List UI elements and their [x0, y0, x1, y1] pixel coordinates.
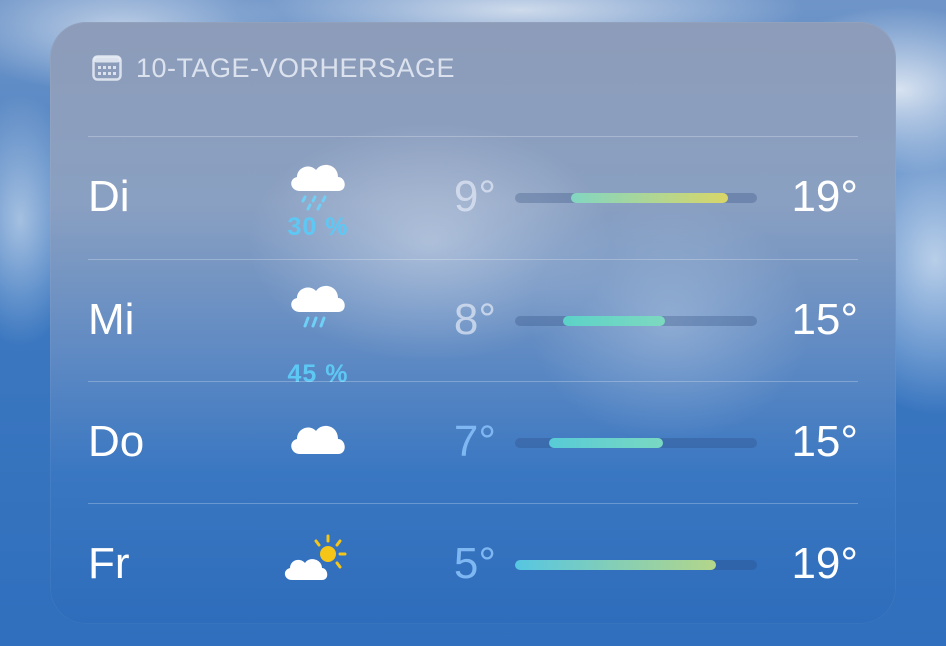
high-temp: 15°	[791, 417, 858, 466]
forecast-row-fr[interactable]: Fr 5° 19°	[50, 504, 896, 624]
temp-range-fill	[570, 193, 728, 203]
cloud-rain-icon	[278, 274, 358, 338]
day-label: Mi	[88, 295, 135, 344]
high-temp: 19°	[791, 172, 858, 221]
day-label: Fr	[88, 539, 130, 588]
temp-range-bar	[515, 316, 757, 326]
cloud-sun-icon	[278, 532, 358, 596]
day-label: Do	[88, 417, 145, 466]
high-temp: 19°	[791, 539, 858, 588]
low-temp: 9°	[453, 172, 496, 221]
temp-range-bar	[515, 438, 757, 448]
calendar-icon	[92, 55, 122, 81]
low-temp: 8°	[453, 295, 496, 344]
forecast-header: 10-TAGE-VORHERSAGE	[92, 52, 455, 84]
cloud-icon	[278, 410, 358, 474]
temp-range-bar	[515, 560, 757, 570]
temp-range-fill	[515, 560, 716, 570]
cloud-drizzle-icon	[278, 153, 358, 217]
forecast-row-di[interactable]: Di 30 % 9° 19°	[50, 137, 896, 257]
high-temp: 15°	[791, 295, 858, 344]
forecast-row-do[interactable]: Do 7° 15°	[50, 382, 896, 502]
forecast-title: 10-TAGE-VORHERSAGE	[136, 52, 456, 83]
weather-screen: 10-TAGE-VORHERSAGE Di 30 % 9° 19° Mi 45 …	[0, 0, 946, 646]
forecast-row-mi[interactable]: Mi 45 % 8° 15°	[50, 260, 896, 388]
low-temp: 7°	[453, 417, 496, 466]
precipitation-chance: 30 %	[287, 213, 349, 241]
ten-day-forecast-card[interactable]: 10-TAGE-VORHERSAGE Di 30 % 9° 19° Mi 45 …	[50, 22, 896, 624]
temp-range-fill	[548, 438, 663, 448]
temp-range-bar	[515, 193, 757, 203]
day-label: Di	[88, 172, 130, 221]
temp-range-fill	[563, 316, 666, 326]
low-temp: 5°	[453, 539, 496, 588]
